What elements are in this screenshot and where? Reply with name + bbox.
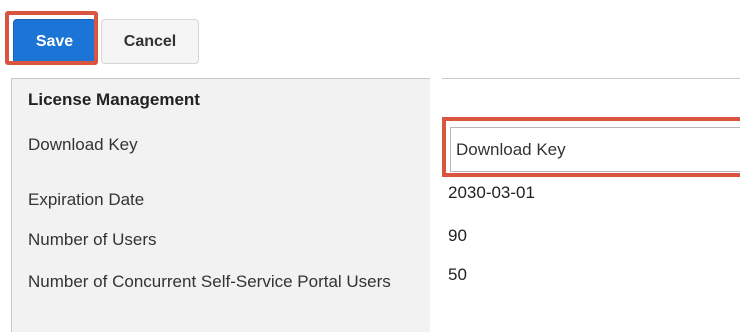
value-column (442, 79, 740, 332)
number-of-users-label: Number of Users (28, 230, 157, 249)
expiration-date-value: 2030-03-01 (448, 183, 535, 202)
save-button[interactable]: Save (13, 19, 96, 64)
download-key-label: Download Key (28, 135, 138, 154)
expiration-date-label: Expiration Date (28, 190, 145, 209)
download-key-input[interactable] (450, 127, 740, 172)
cancel-button[interactable]: Cancel (101, 19, 199, 64)
concurrent-portal-users-value: 50 (448, 265, 467, 284)
column-divider (430, 78, 442, 332)
concurrent-portal-users-label: Number of Concurrent Self-Service Portal… (28, 272, 391, 291)
license-management-edit-view: Save Cancel License Management Download … (0, 0, 740, 332)
panel-title: License Management (28, 90, 200, 109)
number-of-users-value: 90 (448, 226, 467, 245)
